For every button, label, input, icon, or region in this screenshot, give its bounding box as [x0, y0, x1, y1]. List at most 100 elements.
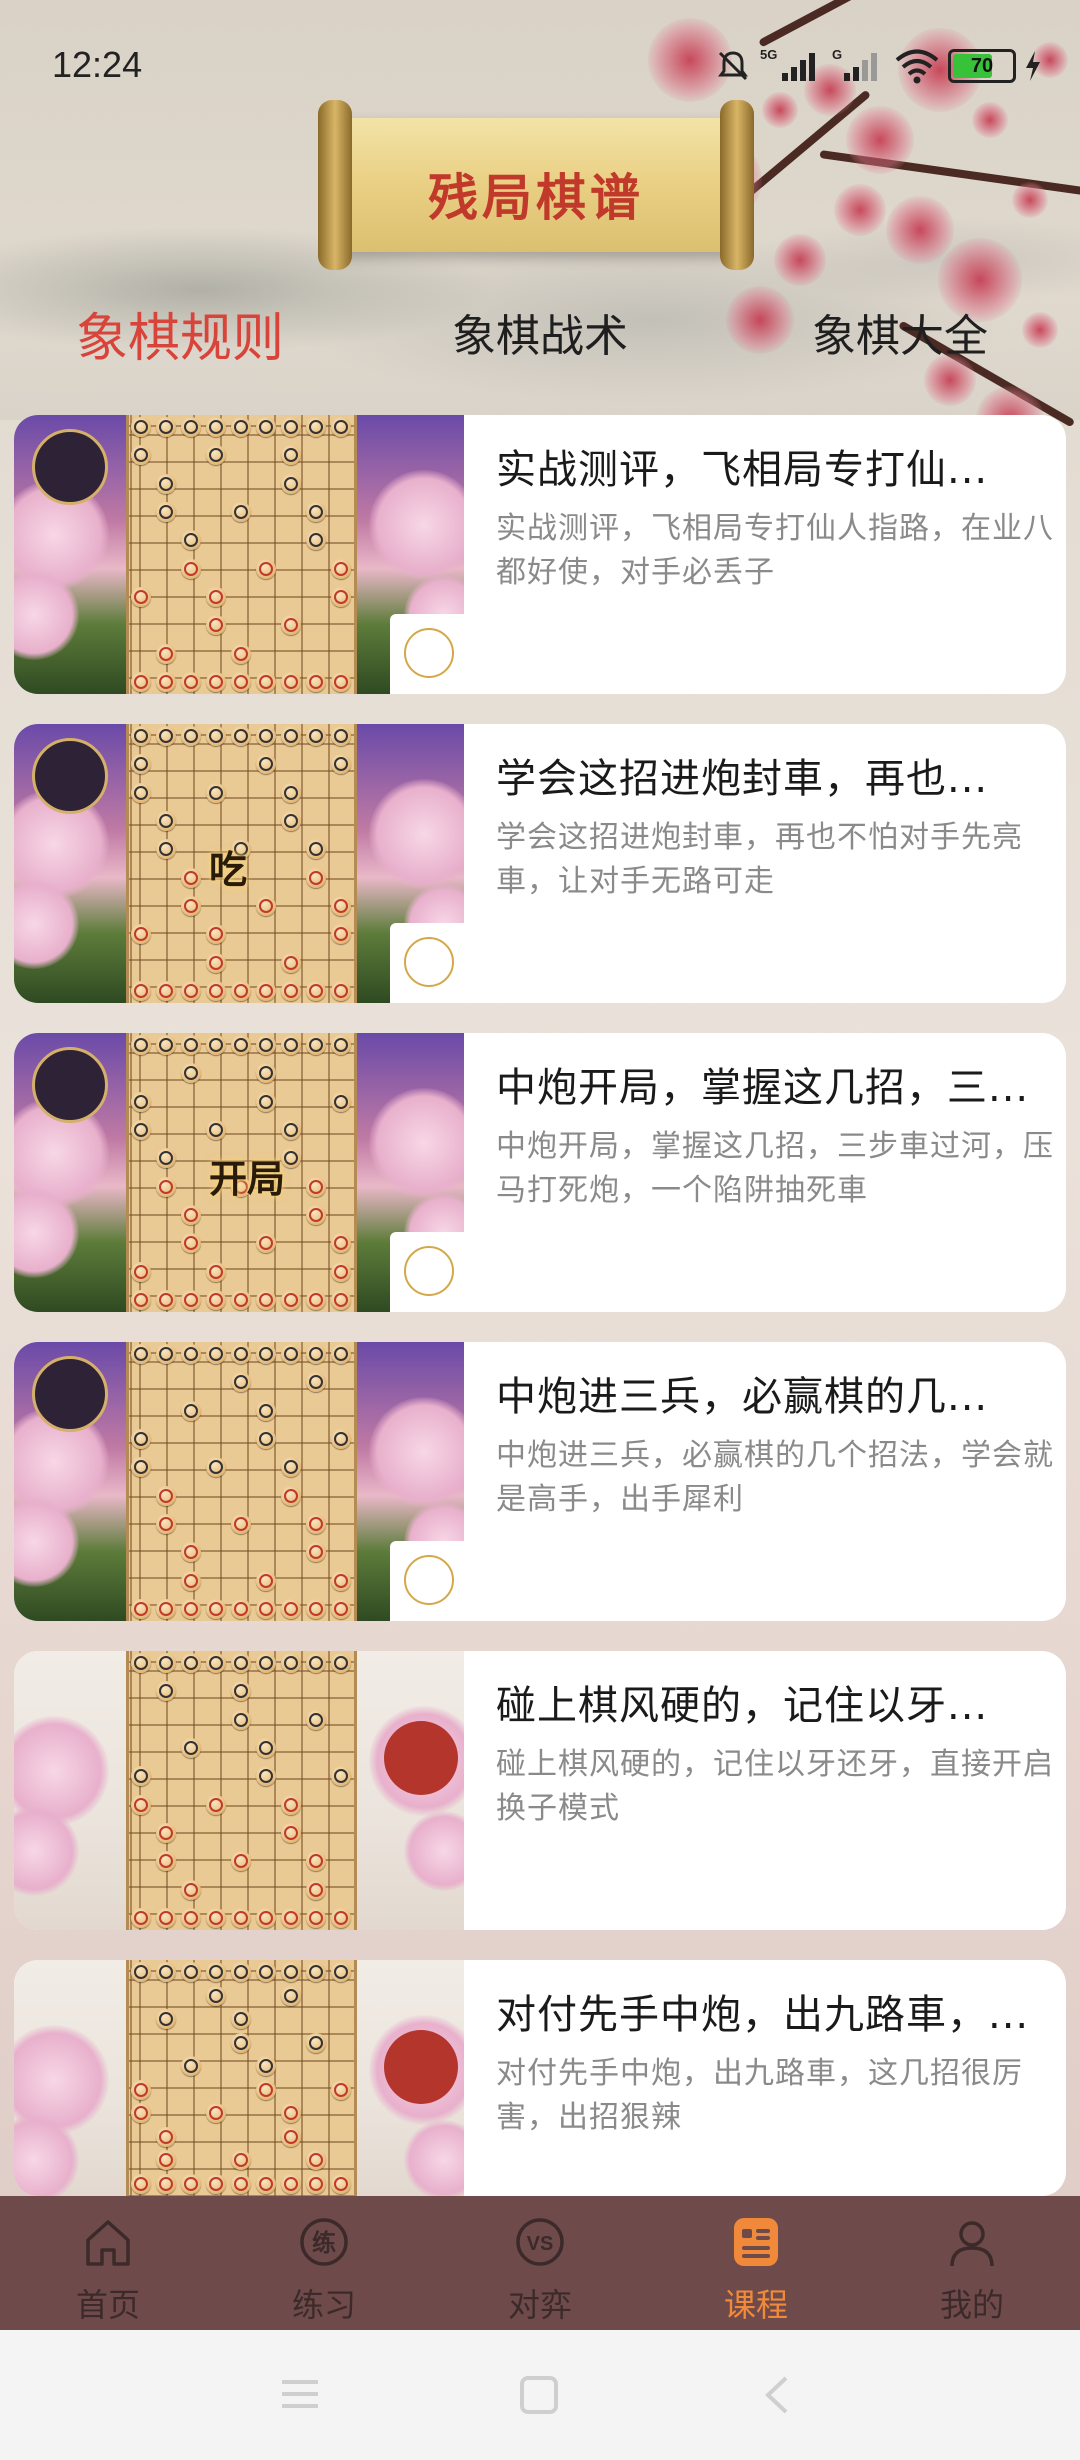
thumbnail-overlay-text: 开局: [209, 1157, 286, 1201]
vs-icon: VS: [516, 2218, 564, 2266]
course-icon: [734, 2218, 778, 2266]
chess-piece: [131, 981, 151, 1001]
chess-piece: [256, 2174, 276, 2194]
course-card[interactable]: 开局 中炮开局，掌握这几招，三... 中炮开局，掌握这几招，三步車过河，压马打死…: [14, 1033, 1066, 1312]
chess-piece: [331, 896, 351, 916]
chess-piece: [156, 839, 176, 860]
nav-label: 练习: [291, 2286, 356, 2324]
chess-piece: [156, 1851, 176, 1872]
chess-piece: [231, 1599, 251, 1619]
chess-piece: [306, 2174, 326, 2194]
chess-piece: [331, 2079, 351, 2100]
chess-piece: [231, 1908, 251, 1928]
home-square-icon[interactable]: [518, 2374, 560, 2416]
course-card[interactable]: 中炮进三兵，必赢棋的几... 中炮进三兵，必赢棋的几个招法，学会就是高手，出手犀…: [14, 1342, 1066, 1621]
chess-piece: [156, 1485, 176, 1506]
chess-piece: [131, 1091, 151, 1112]
svg-text:G: G: [832, 47, 842, 62]
bottom-navigation: 首页 练 练习 VS 对弈 课程 我的: [0, 2196, 1080, 2330]
chess-piece: [131, 587, 151, 607]
chess-piece: [306, 1709, 326, 1730]
chess-piece: [131, 1344, 151, 1364]
course-thumbnail: 开局: [14, 1033, 464, 1312]
chess-piece: [206, 1290, 226, 1310]
chess-piece: [206, 1599, 226, 1619]
chess-piece: [131, 1457, 151, 1478]
nav-home[interactable]: 首页: [0, 2196, 216, 2330]
course-description: 中炮进三兵，必赢棋的几个招法，学会就是高手，出手犀利: [496, 1438, 1054, 1517]
course-card[interactable]: 实战测评，飞相局专打仙... 实战测评，飞相局专打仙人指路，在业八都好使，对手必…: [14, 415, 1066, 694]
course-card[interactable]: 碰上棋风硬的，记住以牙... 碰上棋风硬的，记住以牙还牙，直接开启换子模式: [14, 1651, 1066, 1930]
back-icon[interactable]: [760, 2374, 794, 2416]
nav-label: 对弈: [507, 2286, 572, 2324]
svg-text:练: 练: [312, 2229, 336, 2257]
chess-piece: [256, 1908, 276, 1928]
chess-piece: [331, 754, 351, 775]
nav-label: 我的: [939, 2286, 1004, 2324]
chess-piece: [156, 643, 176, 664]
chess-piece: [281, 615, 301, 636]
chess-piece: [281, 1653, 301, 1673]
course-description: 学会这招进炮封車，再也不怕对手先亮車，让对手无路可走: [496, 820, 1023, 899]
chess-piece: [156, 2174, 176, 2194]
course-card[interactable]: 对付先手中炮，出九路車，... 对付先手中炮，出九路車，这几招很厉害，出招狠辣: [14, 1960, 1066, 2196]
chess-piece: [281, 2103, 301, 2124]
tab-chess-rules[interactable]: 象棋规则: [30, 296, 330, 371]
chess-piece: [281, 1794, 301, 1815]
chess-piece: [256, 1035, 276, 1055]
chess-piece: [206, 1344, 226, 1364]
menu-icon[interactable]: [278, 2376, 322, 2412]
mute-bell-icon: [718, 51, 748, 81]
chess-piece: [256, 896, 276, 916]
chess-piece: [256, 1738, 276, 1758]
chess-piece: [281, 417, 301, 437]
tab-chess-tactics[interactable]: 象棋战术: [390, 300, 690, 364]
chess-piece: [256, 981, 276, 1001]
chess-piece: [181, 1205, 201, 1225]
thumbnail-overlay-text: 吃: [209, 848, 248, 892]
chess-piece: [306, 1205, 326, 1225]
chess-piece: [206, 445, 226, 466]
chess-piece: [256, 1429, 276, 1449]
chess-piece: [156, 1962, 176, 1982]
chess-piece: [281, 981, 301, 1001]
chess-piece: [306, 1599, 326, 1619]
chess-piece: [281, 1985, 301, 2006]
tab-chess-encyclopedia[interactable]: 象棋大全: [750, 300, 1050, 364]
chess-piece: [131, 1120, 151, 1140]
chess-piece: [306, 839, 326, 860]
chess-piece: [331, 726, 351, 746]
chess-piece: [131, 672, 151, 692]
chess-piece: [206, 1653, 226, 1673]
chess-piece: [231, 1514, 251, 1534]
chess-piece: [156, 726, 176, 746]
chess-piece: [231, 2032, 251, 2053]
chess-piece: [156, 473, 176, 494]
nav-profile[interactable]: 我的: [864, 2196, 1080, 2330]
chess-piece: [156, 981, 176, 1001]
chess-piece: [156, 417, 176, 437]
chess-piece: [256, 1962, 276, 1982]
nav-course[interactable]: 课程: [648, 2196, 864, 2330]
chess-piece: [281, 1908, 301, 1928]
chess-piece: [281, 445, 301, 466]
chess-piece: [231, 1851, 251, 1872]
course-thumbnail: 吃: [14, 724, 464, 1003]
course-card[interactable]: 吃 学会这招进炮封車，再也... 学会这招进炮封車，再也不怕对手先亮車，让对手无…: [14, 724, 1066, 1003]
home-icon: [86, 2220, 130, 2266]
battery-percent: 70: [970, 54, 994, 77]
chess-piece: [181, 867, 201, 888]
chess-piece: [231, 672, 251, 692]
chess-piece: [331, 1599, 351, 1619]
nav-practice[interactable]: 练 练习: [216, 2196, 432, 2330]
nav-versus[interactable]: VS 对弈: [432, 2196, 648, 2330]
signal-g-icon: G: [832, 47, 877, 81]
svg-text:5G: 5G: [760, 47, 777, 62]
chess-piece: [331, 1261, 351, 1282]
chess-piece: [306, 417, 326, 437]
chess-piece: [181, 558, 201, 579]
chess-piece: [181, 1233, 201, 1254]
chess-piece: [181, 2056, 201, 2077]
logo-mark: [404, 1246, 454, 1296]
chess-piece: [206, 726, 226, 746]
